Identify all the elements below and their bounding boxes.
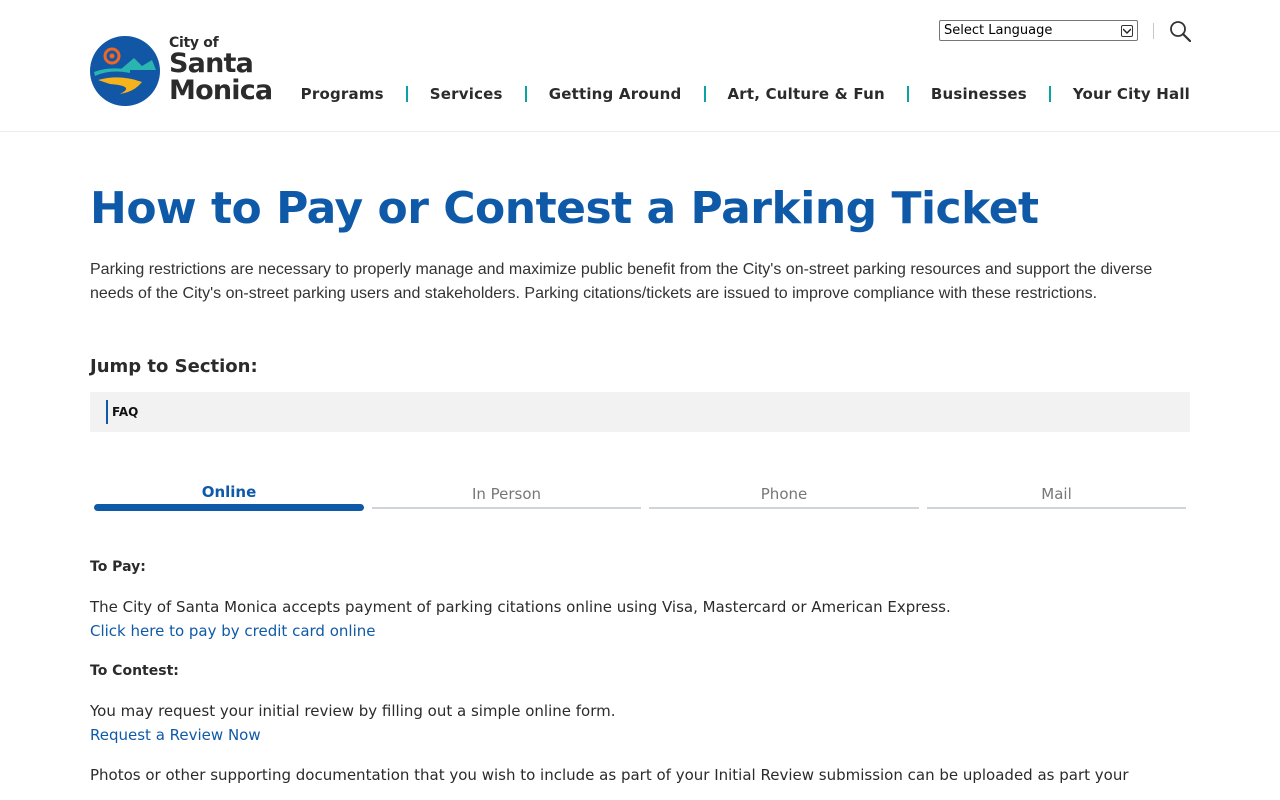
logo-wordmark: City of Santa Monica xyxy=(169,36,273,106)
contest-heading: To Contest: xyxy=(90,663,179,679)
chevron-down-icon xyxy=(1121,24,1133,37)
tab-label: In Person xyxy=(471,485,542,503)
tab-panel-online: To Pay: The City of Santa Monica accepts… xyxy=(90,555,1190,787)
tab-label: Mail xyxy=(1041,485,1072,503)
tab-mail[interactable]: Mail xyxy=(927,482,1186,522)
tab-phone[interactable]: Phone xyxy=(649,482,919,522)
city-logo[interactable]: City of Santa Monica xyxy=(90,36,273,106)
intro-paragraph: Parking restrictions are necessary to pr… xyxy=(90,261,1153,302)
photos-text: Photos or other supporting documentation… xyxy=(90,766,1129,784)
jump-link-faq[interactable]: FAQ xyxy=(106,400,138,424)
pay-block: The City of Santa Monica accepts payment… xyxy=(90,595,1190,643)
utility-divider xyxy=(1153,23,1154,39)
request-review-link[interactable]: Request a Review Now xyxy=(90,723,1190,747)
nav-your-city-hall[interactable]: Your City Hall xyxy=(1073,85,1190,103)
nav-services[interactable]: Services xyxy=(430,85,503,103)
contest-block: You may request your initial review by f… xyxy=(90,699,1190,747)
nav-separator xyxy=(405,86,408,102)
nav-art-culture-fun[interactable]: Art, Culture & Fun xyxy=(728,85,885,103)
search-icon[interactable] xyxy=(1169,20,1192,43)
language-select-value: Select Language xyxy=(944,23,1053,38)
jump-to-section-heading: Jump to Section: xyxy=(90,356,258,377)
tab-underline xyxy=(94,504,364,511)
tab-in-person[interactable]: In Person xyxy=(372,482,641,522)
nav-separator xyxy=(524,86,527,102)
tab-label: Phone xyxy=(760,485,808,503)
pay-online-link[interactable]: Click here to pay by credit card online xyxy=(90,619,1190,643)
nav-businesses[interactable]: Businesses xyxy=(931,85,1027,103)
tab-online[interactable]: Online xyxy=(94,482,364,522)
pay-heading: To Pay: xyxy=(90,559,146,575)
jump-to-section-bar: FAQ xyxy=(90,392,1190,432)
main-nav: Programs Services Getting Around Art, Cu… xyxy=(301,85,1190,103)
page-title: How to Pay or Contest a Parking Ticket xyxy=(90,183,1039,234)
logo-line-monica: Monica xyxy=(169,75,273,106)
main-content: How to Pay or Contest a Parking Ticket P… xyxy=(90,132,1190,787)
payment-method-tabs: Online In Person Phone Mail xyxy=(90,482,1190,522)
nav-separator xyxy=(1048,86,1051,102)
nav-getting-around[interactable]: Getting Around xyxy=(549,85,682,103)
santa-monica-logo-icon xyxy=(90,36,160,106)
nav-separator xyxy=(906,86,909,102)
tab-underline xyxy=(927,507,1186,509)
nav-separator xyxy=(703,86,706,102)
tab-underline xyxy=(372,507,641,509)
nav-programs[interactable]: Programs xyxy=(301,85,384,103)
logo-line-santa: Santa xyxy=(169,48,254,79)
language-select[interactable]: Select Language xyxy=(939,20,1138,41)
contest-text: You may request your initial review by f… xyxy=(90,702,616,720)
tab-label: Online xyxy=(201,483,257,501)
site-header: City of Santa Monica Select Language Pro… xyxy=(0,0,1280,132)
tab-underline xyxy=(649,507,919,509)
pay-text: The City of Santa Monica accepts payment… xyxy=(90,598,951,616)
